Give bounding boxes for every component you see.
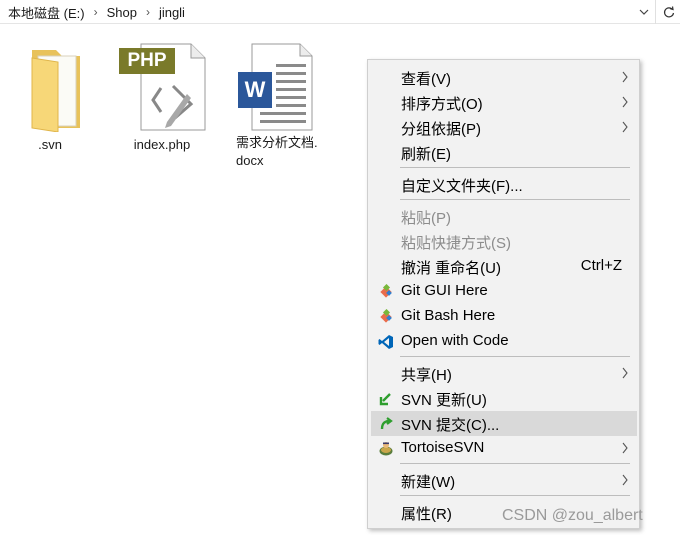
address-bar[interactable]: 本地磁盘 (E:) › Shop › jingli <box>0 0 680 24</box>
git-bash-icon <box>377 308 395 326</box>
menu-item-git-bash[interactable]: Git Bash Here <box>371 304 637 329</box>
php-file-icon: PHP <box>117 42 207 132</box>
menu-separator <box>400 167 630 168</box>
chevron-down-icon[interactable] <box>637 4 651 20</box>
menu-item-group-by[interactable]: 分组依据(P) <box>371 115 637 140</box>
breadcrumb-separator-icon[interactable]: › <box>141 5 155 19</box>
breadcrumb-separator-icon[interactable]: › <box>89 5 103 19</box>
svn-commit-icon <box>377 415 395 433</box>
address-bar-divider <box>655 0 656 24</box>
menu-item-open-with-code[interactable]: Open with Code <box>371 329 637 354</box>
menu-separator <box>400 199 630 200</box>
chevron-right-icon <box>621 119 629 135</box>
breadcrumb-drive[interactable]: 本地磁盘 (E:) <box>4 3 89 22</box>
folder-icon <box>18 42 82 133</box>
menu-separator <box>400 495 630 496</box>
menu-item-tortoisesvn[interactable]: TortoiseSVN <box>371 436 637 461</box>
menu-item-refresh[interactable]: 刷新(E) <box>371 140 637 165</box>
menu-item-share[interactable]: 共享(H) <box>371 361 637 386</box>
chevron-right-icon <box>621 365 629 381</box>
refresh-icon[interactable] <box>661 3 677 21</box>
word-document-icon: W <box>234 42 314 132</box>
file-label: .svn <box>38 137 62 152</box>
menu-item-sort-by[interactable]: 排序方式(O) <box>371 90 637 115</box>
git-gui-icon <box>377 283 395 301</box>
breadcrumb-shop[interactable]: Shop <box>103 5 141 20</box>
menu-item-paste[interactable]: 粘贴(P) <box>371 204 637 229</box>
shortcut-label: Ctrl+Z <box>580 257 622 274</box>
menu-item-svn-update[interactable]: SVN 更新(U) <box>371 386 637 411</box>
context-menu: 查看(V) 排序方式(O) 分组依据(P) 刷新(E) 自定义文件夹(F)...… <box>367 59 640 529</box>
file-item-svn-folder[interactable]: .svn <box>5 42 95 154</box>
vscode-icon <box>377 333 395 351</box>
chevron-right-icon <box>621 472 629 488</box>
menu-separator <box>400 356 630 357</box>
breadcrumb-jingli[interactable]: jingli <box>155 5 189 20</box>
php-badge: PHP <box>127 50 167 71</box>
menu-item-git-gui[interactable]: Git GUI Here <box>371 279 637 304</box>
menu-item-svn-commit[interactable]: SVN 提交(C)... <box>371 411 637 436</box>
file-item-index-php[interactable]: PHP index.php <box>117 42 207 154</box>
file-label: index.php <box>133 137 191 152</box>
watermark: CSDN @zou_albert <box>502 507 643 524</box>
file-item-docx[interactable]: W 需求分析文档. docx <box>232 42 332 170</box>
menu-separator <box>400 463 630 464</box>
menu-item-paste-shortcut[interactable]: 粘贴快捷方式(S) <box>371 229 637 254</box>
file-label: 需求分析文档. docx <box>236 135 318 168</box>
menu-item-view[interactable]: 查看(V) <box>371 65 637 90</box>
breadcrumb: 本地磁盘 (E:) › Shop › jingli <box>4 0 189 24</box>
tortoisesvn-icon <box>377 440 395 458</box>
svn-update-icon <box>377 390 395 408</box>
menu-item-undo-rename[interactable]: 撤消 重命名(U) Ctrl+Z <box>371 254 637 279</box>
chevron-right-icon <box>621 69 629 85</box>
chevron-right-icon <box>621 440 629 456</box>
chevron-right-icon <box>621 94 629 110</box>
menu-item-new[interactable]: 新建(W) <box>371 468 637 493</box>
menu-item-customize-folder[interactable]: 自定义文件夹(F)... <box>371 172 637 197</box>
word-badge: W <box>244 77 266 102</box>
